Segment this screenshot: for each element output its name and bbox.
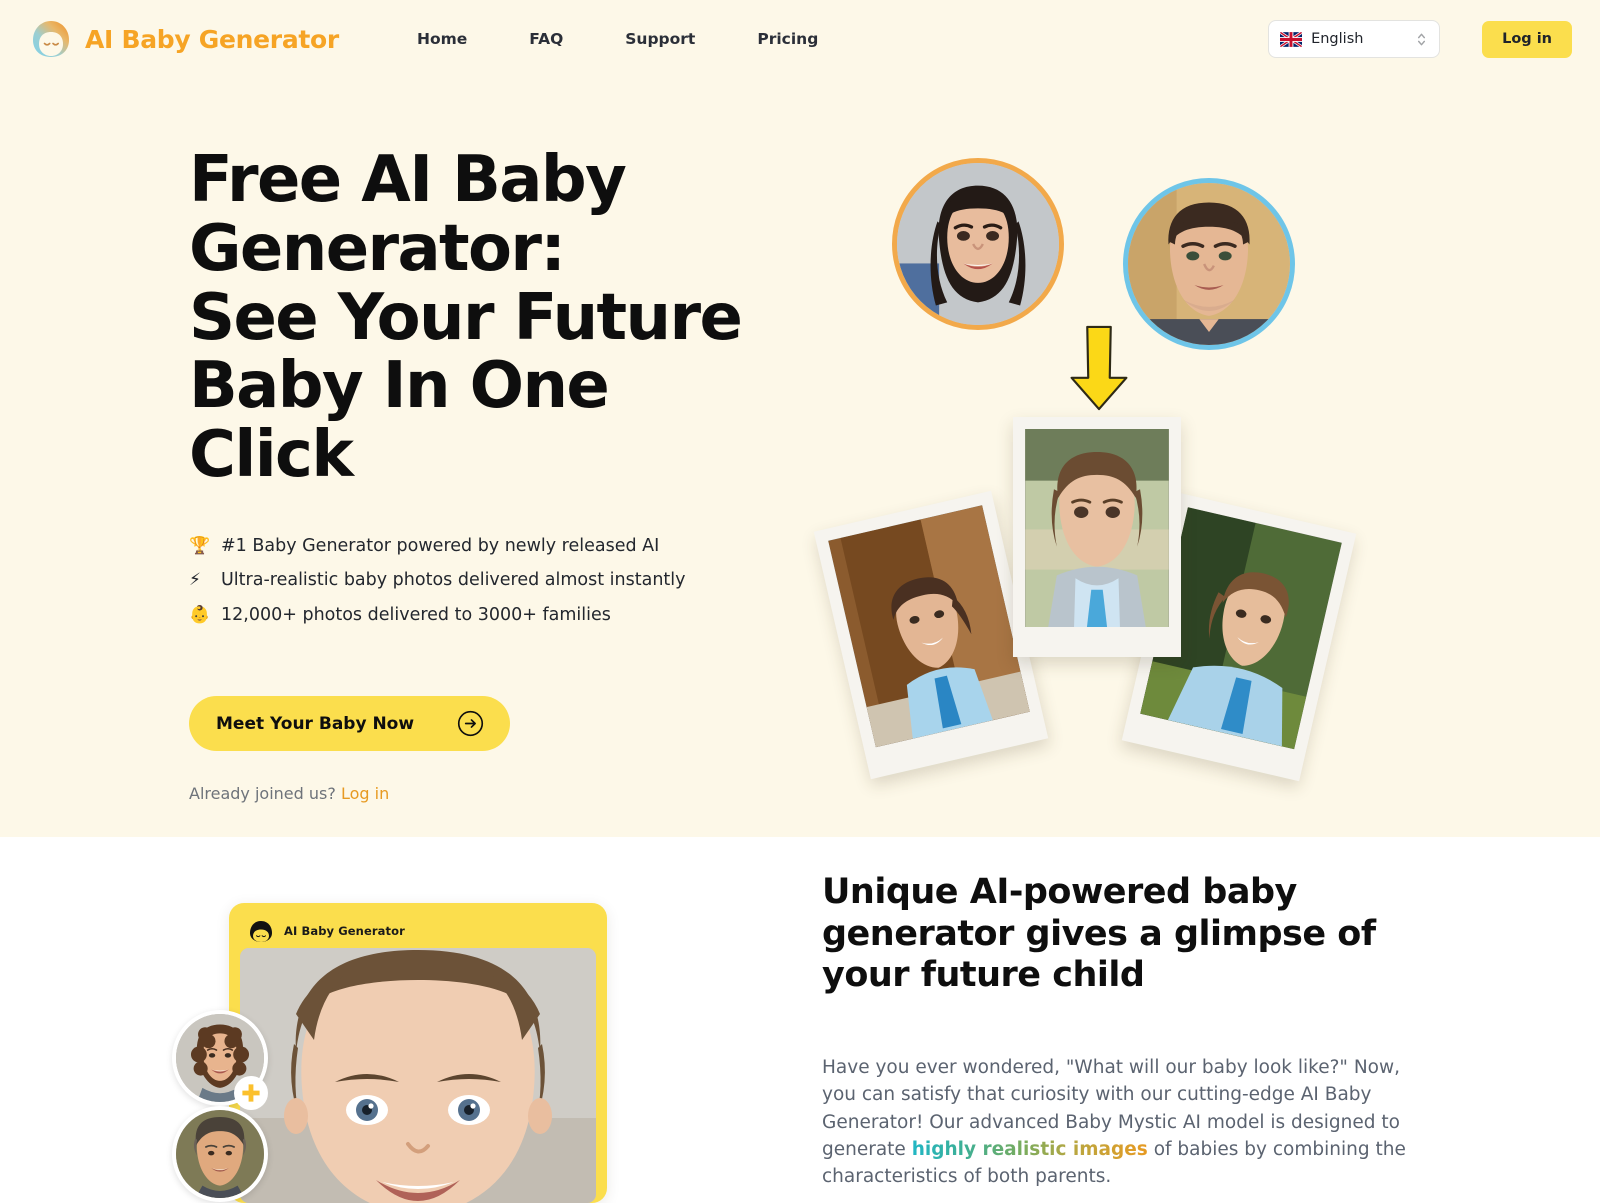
hero-title: Free AI Baby Generator: See Your Future …: [189, 143, 743, 493]
nav-item-home[interactable]: Home: [417, 22, 467, 56]
brand-name: AI Baby Generator: [85, 24, 339, 54]
hero-bullet-item: 🏆 #1 Baby Generator powered by newly rel…: [189, 535, 789, 556]
father-avatar: [172, 1106, 268, 1202]
baby-photo: [828, 505, 1030, 748]
nav-item-pricing[interactable]: Pricing: [757, 22, 818, 56]
cta-label: Meet Your Baby Now: [216, 713, 415, 734]
baby-emoji: 👶: [189, 604, 211, 625]
hero-bullet-item: 👶 12,000+ photos delivered to 3000+ fami…: [189, 604, 789, 625]
generated-boy-photo: [240, 948, 596, 1203]
hero-bullet-list: 🏆 #1 Baby Generator powered by newly rel…: [189, 535, 789, 625]
uk-flag-icon: [1280, 31, 1303, 47]
hero-bullet-text: #1 Baby Generator powered by newly relea…: [221, 535, 660, 556]
baby-photo: [1025, 429, 1169, 627]
already-joined-text: Already joined us?: [189, 784, 336, 804]
already-joined-login-link[interactable]: Log in: [341, 784, 389, 803]
generator-card-header: AI Baby Generator: [240, 914, 596, 948]
language-selector[interactable]: English: [1268, 20, 1441, 58]
generator-card: AI Baby Generator: [229, 903, 607, 1203]
hero-bullet-text: 12,000+ photos delivered to 3000+ famili…: [221, 604, 611, 625]
section-title: Unique AI-powered baby generator gives a…: [822, 872, 1376, 996]
highlighted-phrase: highly realistic images: [911, 1139, 1148, 1161]
baby-polaroid-center: [1013, 417, 1181, 657]
login-button[interactable]: Log in: [1482, 20, 1572, 58]
generator-card-label: AI Baby Generator: [284, 924, 405, 938]
main-nav: Home FAQ Support Pricing: [417, 22, 818, 56]
site-header: AI Baby Generator Home FAQ Support Prici…: [0, 0, 1600, 78]
section-copy: Unique AI-powered baby generator gives a…: [822, 872, 1422, 1191]
mother-portrait: [892, 158, 1064, 330]
plus-badge: [234, 1076, 268, 1110]
nav-item-faq[interactable]: FAQ: [529, 22, 563, 56]
header-actions: English Log in: [1268, 20, 1572, 58]
hero-illustration: [813, 140, 1390, 790]
hero-bullet-text: Ultra-realistic baby photos delivered al…: [221, 570, 686, 591]
baby-face-icon: [250, 921, 272, 942]
father-portrait: [1123, 178, 1295, 350]
chevron-up-down-icon: [1418, 33, 1426, 45]
meet-your-baby-button[interactable]: Meet Your Baby Now: [189, 696, 511, 752]
nav-item-support[interactable]: Support: [625, 22, 695, 56]
language-label: English: [1311, 31, 1364, 47]
hero-copy: Free AI Baby Generator: See Your Future …: [189, 146, 789, 803]
generator-preview: AI Baby Generator: [172, 898, 642, 1203]
arrow-right-circle-icon: [457, 711, 484, 737]
down-arrow-icon: [1070, 325, 1128, 411]
plus-icon: [242, 1084, 260, 1102]
already-joined-row: Already joined us? Log in: [189, 784, 789, 803]
trophy-emoji: 🏆: [189, 535, 211, 556]
section-paragraph: Have you ever wondered, "What will our b…: [822, 1054, 1422, 1191]
hero-bullet-item: ⚡ Ultra-realistic baby photos delivered …: [189, 572, 789, 590]
lightning-emoji: ⚡: [189, 570, 201, 591]
baby-face-logo-icon: [33, 21, 69, 57]
brand-logo[interactable]: AI Baby Generator: [28, 18, 339, 60]
